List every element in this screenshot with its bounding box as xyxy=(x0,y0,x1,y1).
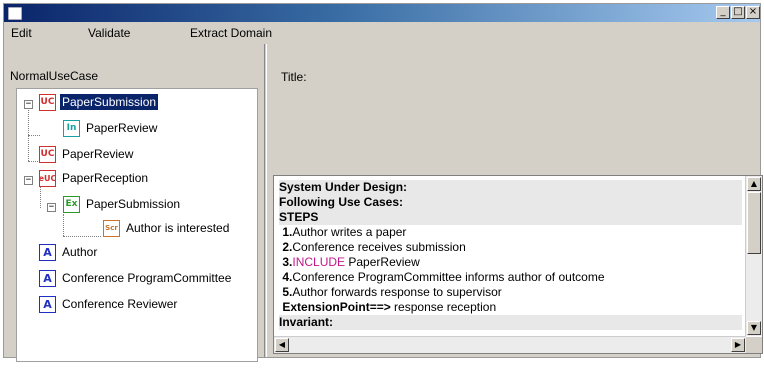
menu-bar: Edit Validate Extract Domain xyxy=(4,22,760,42)
tree-connector xyxy=(28,161,38,162)
application-window: _ □ × Edit Validate Extract Domain Norma… xyxy=(3,3,763,362)
actor-icon: A xyxy=(39,243,56,261)
steps-heading: STEPS xyxy=(279,210,742,225)
tree-node-actor-author[interactable]: A Author xyxy=(39,242,99,262)
vertical-scrollbar[interactable]: ▲ ▼ xyxy=(745,176,762,336)
extension-arrow: ==> xyxy=(369,300,391,314)
tree-pane: NormalUseCase − UC PaperSubmission In Pa… xyxy=(4,44,265,362)
step-1: 1.Author writes a paper xyxy=(279,225,742,240)
step-number: 1. xyxy=(282,225,293,239)
details-pane: Title: System Under Design: Following Us… xyxy=(266,44,763,357)
collapse-toggle[interactable]: − xyxy=(24,100,33,109)
tree-title: NormalUseCase xyxy=(10,69,99,83)
system-under-design-line: System Under Design: xyxy=(279,180,742,195)
scroll-left-arrow-icon[interactable]: ◀ xyxy=(275,338,289,352)
tree-node-label: Author xyxy=(62,245,98,259)
menu-validate[interactable]: Validate xyxy=(88,26,130,40)
tree-node-label: PaperReview xyxy=(62,147,134,161)
horizontal-scrollbar[interactable]: ◀ ▶ xyxy=(274,336,746,353)
tree-node-label: PaperReview xyxy=(86,121,158,135)
extension-text: response reception xyxy=(390,300,497,314)
title-bar[interactable]: _ □ × xyxy=(4,4,760,22)
scroll-up-arrow-icon[interactable]: ▲ xyxy=(747,177,761,191)
step-text: PaperReview xyxy=(345,255,420,269)
use-case-icon: UC xyxy=(39,145,56,163)
vertical-scroll-thumb[interactable] xyxy=(747,192,761,254)
tree-node-label: PaperSubmission xyxy=(86,197,181,211)
menu-extract-domain[interactable]: Extract Domain xyxy=(190,26,272,40)
include-icon: In xyxy=(63,119,80,137)
use-case-tree[interactable]: − UC PaperSubmission In PaperReview UC P… xyxy=(16,88,258,362)
step-2: 2.Conference receives submission xyxy=(279,240,742,255)
actor-icon: A xyxy=(39,295,56,313)
maximize-button[interactable]: □ xyxy=(731,6,745,19)
menu-edit[interactable]: Edit xyxy=(11,26,32,40)
scroll-down-arrow-icon[interactable]: ▼ xyxy=(747,321,761,335)
tree-connector xyxy=(28,135,40,136)
use-case-text-area[interactable]: System Under Design: Following Use Cases… xyxy=(273,175,763,354)
collapse-toggle[interactable]: − xyxy=(24,176,33,185)
tree-node-actor-reviewer[interactable]: A Conference Reviewer xyxy=(39,294,179,314)
tree-node-label: Author is interested xyxy=(126,221,230,235)
step-text: Conference ProgramCommittee informs auth… xyxy=(292,270,605,284)
use-case-icon: UC xyxy=(39,93,56,111)
step-text: Conference receives submission xyxy=(292,240,466,254)
step-4: 4.Conference ProgramCommittee informs au… xyxy=(279,270,742,285)
scenario-icon: Scr xyxy=(103,219,120,237)
use-case-content: System Under Design: Following Use Cases… xyxy=(279,180,742,330)
step-number: 5. xyxy=(282,285,293,299)
scroll-right-arrow-icon[interactable]: ▶ xyxy=(731,338,745,352)
tree-node-include-paperreview[interactable]: In PaperReview xyxy=(63,118,159,138)
step-number: 2. xyxy=(282,240,293,254)
step-text: Author writes a paper xyxy=(292,225,407,239)
step-3: 3.INCLUDE PaperReview xyxy=(279,255,742,270)
following-use-cases-line: Following Use Cases: xyxy=(279,195,742,210)
tree-connector xyxy=(63,214,64,236)
extended-use-case-icon: eUC xyxy=(39,169,56,187)
collapse-toggle[interactable]: − xyxy=(47,203,56,212)
actor-icon: A xyxy=(39,269,56,287)
extend-icon: Ex xyxy=(63,195,80,213)
tree-node-paperreview[interactable]: UC PaperReview xyxy=(39,144,135,164)
tree-node-actor-programcommittee[interactable]: A Conference ProgramCommittee xyxy=(39,268,233,288)
tree-node-label: Conference ProgramCommittee xyxy=(62,271,232,285)
close-button[interactable]: × xyxy=(746,6,760,19)
invariant-line: Invariant: xyxy=(279,315,742,330)
step-5: 5.Author forwards response to supervisor xyxy=(279,285,742,300)
tree-connector xyxy=(63,236,101,237)
minimize-button[interactable]: _ xyxy=(716,6,730,19)
tree-node-label: PaperSubmission xyxy=(58,93,160,111)
tree-node-label: PaperReception xyxy=(62,171,149,185)
tree-node-scenario[interactable]: Scr Author is interested xyxy=(103,218,231,238)
step-text: Author forwards response to supervisor xyxy=(292,285,502,299)
extension-point-line: ExtensionPoint==> response reception xyxy=(279,300,742,315)
title-label: Title: xyxy=(281,70,307,84)
extension-point-keyword: ExtensionPoint xyxy=(282,300,370,314)
app-icon xyxy=(8,7,22,20)
tree-node-paperreception[interactable]: eUC PaperReception xyxy=(39,168,150,188)
step-number: 4. xyxy=(282,270,293,284)
tree-connector xyxy=(28,105,29,161)
tree-node-papersubmission[interactable]: UC PaperSubmission xyxy=(39,92,160,112)
step-number: 3. xyxy=(282,255,293,269)
include-keyword: INCLUDE xyxy=(292,255,346,269)
scrollbar-corner xyxy=(746,337,762,353)
tree-node-label: Conference Reviewer xyxy=(62,297,178,311)
tree-node-extend-papersubmission[interactable]: Ex PaperSubmission xyxy=(63,194,182,214)
